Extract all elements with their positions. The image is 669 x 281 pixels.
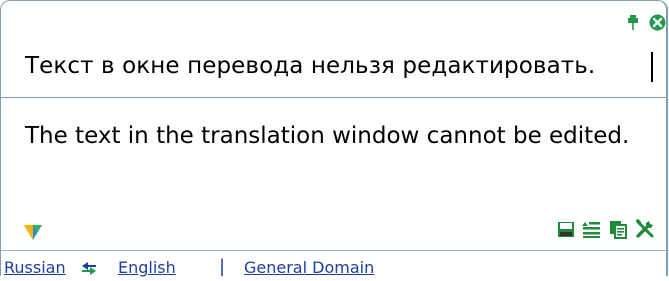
settings-icon[interactable]	[635, 219, 655, 239]
status-separator: |	[219, 256, 226, 277]
save-icon[interactable]	[556, 219, 576, 239]
target-language-link[interactable]: English	[118, 258, 176, 277]
translation-text: The text in the translation window canno…	[25, 123, 630, 149]
text-caret	[651, 52, 653, 82]
pane-divider	[1, 97, 668, 98]
swap-languages-icon[interactable]	[80, 261, 98, 275]
status-bar: Russian English | General Domain	[1, 250, 669, 281]
app-logo-icon[interactable]	[23, 223, 43, 241]
translation-window: Текст в окне перевода нельзя редактирова…	[0, 0, 669, 277]
copy-icon[interactable]	[608, 219, 628, 239]
list-icon[interactable]	[581, 219, 601, 239]
source-language-link[interactable]: Russian	[4, 258, 66, 277]
close-icon[interactable]	[649, 14, 666, 31]
source-text: Текст в окне перевода нельзя редактирова…	[25, 53, 596, 79]
domain-link[interactable]: General Domain	[244, 258, 374, 277]
pin-icon[interactable]	[626, 14, 640, 30]
